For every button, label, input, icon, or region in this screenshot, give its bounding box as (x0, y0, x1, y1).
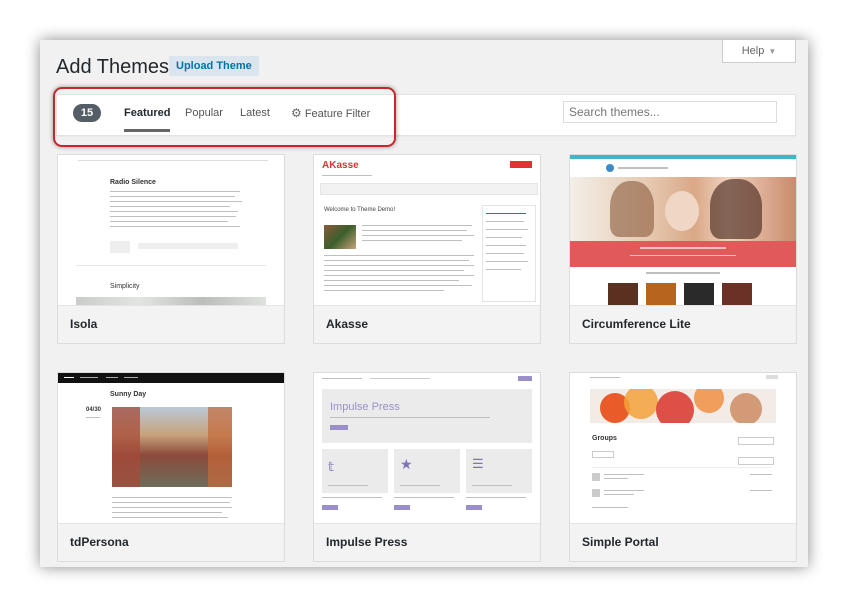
theme-screenshot (570, 155, 796, 305)
shot-heading: Sunny Day (110, 391, 147, 398)
gear-icon: ⚙ (291, 106, 302, 120)
feature-filter-label: Feature Filter (304, 108, 371, 120)
twitter-icon: 𝕥 (328, 459, 335, 474)
list-icon: ☰ (472, 456, 484, 471)
theme-name-bar: Impulse Press (314, 523, 540, 561)
theme-name: Simple Portal (582, 535, 659, 549)
theme-name: Isola (70, 317, 98, 331)
theme-name: Impulse Press (326, 535, 408, 549)
upload-theme-button[interactable]: Upload Theme (169, 56, 259, 76)
theme-name-bar: Isola (58, 305, 284, 343)
shot-heading: Groups (592, 435, 617, 442)
feature-filter-button[interactable]: ⚙ Feature Filter (291, 106, 370, 121)
tab-featured[interactable]: Featured (124, 106, 171, 132)
theme-card-simple-portal[interactable]: Groups Simple Portal (569, 372, 797, 562)
theme-screenshot: Impulse Press 𝕥 ★ ☰ (314, 373, 540, 523)
theme-name: Akasse (326, 317, 369, 331)
tab-latest[interactable]: Latest (240, 106, 270, 120)
search-themes-input[interactable] (563, 101, 777, 123)
theme-card-akasse[interactable]: AKasse Welcome to Theme Demo! Akasse (313, 154, 541, 344)
theme-name: tdPersona (70, 535, 129, 549)
shot-date: 04/30 (86, 407, 102, 413)
shot-heading: Welcome to Theme Demo! (324, 207, 396, 213)
page-title: Add Themes (56, 56, 170, 78)
shot-logo: AKasse (322, 160, 359, 171)
theme-count-badge: 15 (73, 104, 101, 122)
shot-hero: Impulse Press (330, 401, 400, 413)
theme-screenshot: AKasse Welcome to Theme Demo! (314, 155, 540, 305)
help-label: Help (741, 45, 765, 57)
theme-screenshot: Radio Silence Simplicity (58, 155, 284, 305)
theme-name-bar: Akasse (314, 305, 540, 343)
theme-card-tdpersona[interactable]: Sunny Day 04/30 tdPersona (57, 372, 285, 562)
theme-screenshot: Groups (570, 373, 796, 523)
star-icon: ★ (400, 456, 413, 472)
theme-name-bar: Circumference Lite (570, 305, 796, 343)
theme-card-isola[interactable]: Radio Silence Simplicity Isola (57, 154, 285, 344)
tab-popular[interactable]: Popular (185, 106, 223, 120)
add-themes-screen: Add Themes Upload Theme Help ▼ 15 Feature… (40, 40, 808, 567)
theme-name: Circumference Lite (582, 317, 691, 331)
theme-card-impulse-press[interactable]: Impulse Press 𝕥 ★ ☰ Impulse Press (313, 372, 541, 562)
shot-subtitle: Simplicity (110, 283, 140, 290)
theme-screenshot: Sunny Day 04/30 (58, 373, 284, 523)
caret-down-icon: ▼ (768, 47, 777, 56)
theme-card-circumference-lite[interactable]: Circumference Lite (569, 154, 797, 344)
theme-name-bar: Simple Portal (570, 523, 796, 561)
help-button[interactable]: Help ▼ (722, 40, 796, 63)
shot-title: Radio Silence (110, 179, 156, 186)
theme-name-bar: tdPersona (58, 523, 284, 561)
